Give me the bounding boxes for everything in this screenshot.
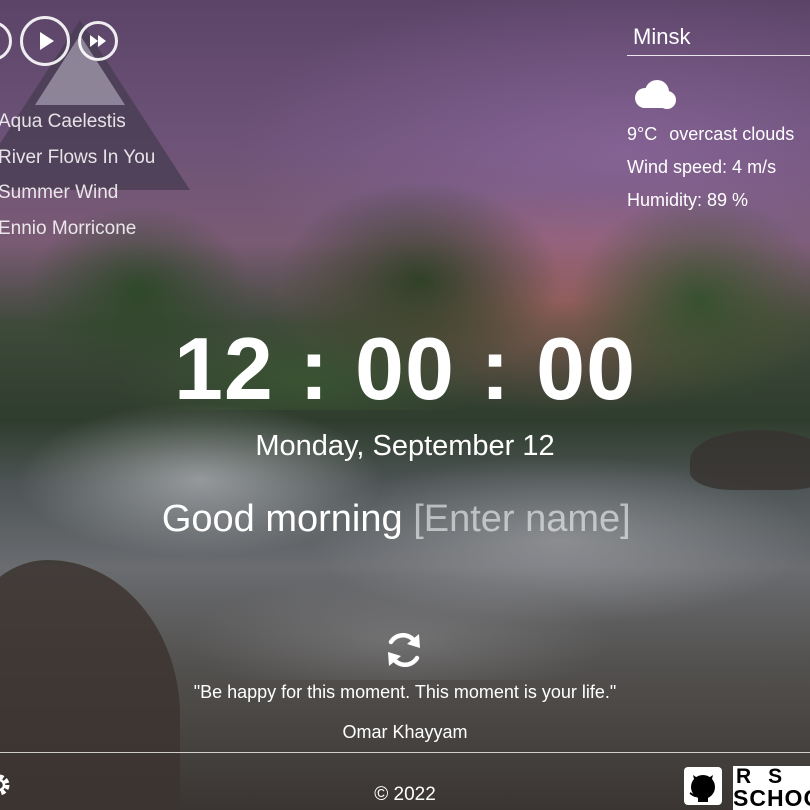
play-next-button[interactable]	[78, 21, 118, 61]
playlist-item[interactable]: Summer Wind	[0, 175, 155, 211]
rs-school-logo[interactable]: RS SCHOOL	[733, 766, 810, 810]
playlist-item[interactable]: River Flows In You	[0, 140, 155, 176]
refresh-icon	[388, 633, 420, 667]
weather-temperature-row: 9°C overcast clouds	[627, 124, 810, 145]
weather-widget: 9°C overcast clouds Wind speed: 4 m/s Hum…	[627, 18, 810, 211]
playlist-item[interactable]: Ennio Morricone	[0, 211, 155, 247]
next-icon	[90, 35, 106, 47]
play-button[interactable]	[20, 16, 70, 66]
clock-date: Monday, September 12	[255, 430, 555, 462]
github-link[interactable]	[684, 767, 722, 805]
playlist: Aqua Caelestis River Flows In You Summer…	[0, 104, 155, 246]
name-input[interactable]	[413, 498, 649, 541]
change-quote-button[interactable]	[382, 628, 426, 672]
greeting-text: Good morning	[161, 498, 403, 540]
player-controls	[0, 16, 118, 66]
cloud-icon	[629, 78, 679, 114]
previous-icon	[0, 31, 2, 51]
wind-speed: Wind speed: 4 m/s	[627, 157, 777, 177]
background-scene: Aqua Caelestis River Flows In You Summer…	[0, 0, 810, 810]
quote-author: Omar Khayyam	[342, 722, 468, 742]
weather-description: overcast clouds	[669, 124, 795, 144]
github-icon	[689, 775, 715, 802]
footer-divider	[0, 752, 810, 753]
play-icon	[40, 32, 54, 50]
play-prev-button[interactable]	[0, 21, 12, 61]
playlist-item[interactable]: Aqua Caelestis	[0, 104, 155, 140]
clock-time: 12 : 00 : 00	[173, 319, 637, 418]
quote-text: "Be happy for this moment. This moment i…	[193, 682, 617, 702]
temperature: 9°C	[627, 124, 658, 144]
city-input[interactable]	[627, 18, 810, 56]
humidity: Humidity: 89 %	[627, 190, 749, 210]
greeting-container: Good morning	[0, 498, 810, 541]
